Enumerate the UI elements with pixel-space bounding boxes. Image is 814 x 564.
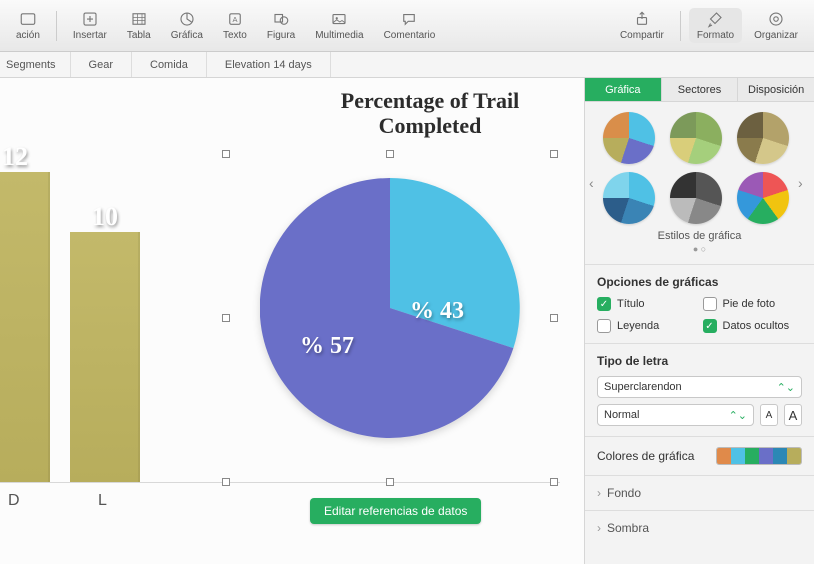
table-icon [129,10,149,28]
sheet-tab-segments[interactable]: Segments [0,52,71,77]
checkbox-leyenda[interactable]: Leyenda [597,319,697,333]
chart-colors-picker[interactable] [716,447,802,465]
font-family-select[interactable]: Superclarendon ⌃⌄ [597,376,802,398]
chart-style-5[interactable] [670,172,722,224]
resize-handle[interactable] [386,478,394,486]
arrange-button[interactable]: Organizar [746,8,806,43]
inspector-tab-disposicion[interactable]: Disposición [738,78,814,101]
toolbar: ación Insertar Tabla Gráfica A Texto Fig… [0,0,814,52]
check-icon: ✓ [703,319,717,333]
bar-label-l: L [98,492,107,510]
chevron-updown-icon: ⌃⌄ [777,381,795,394]
styles-next[interactable]: › [798,175,810,191]
separator [680,11,681,41]
shadow-disclosure[interactable]: Sombra [597,521,802,535]
share-icon [632,10,652,28]
chart-style-1[interactable] [603,112,655,164]
image-icon [329,10,349,28]
resize-handle[interactable] [386,150,394,158]
chart-styles: ‹ › Estilos de gráfica ● ○ [585,102,814,264]
pie-icon [177,10,197,28]
label: ación [16,30,40,41]
comment-icon [399,10,419,28]
arrange-icon [766,10,786,28]
checkbox-pie-de-foto[interactable]: Pie de foto [703,297,803,311]
inspector-tab-grafica[interactable]: Gráfica [585,78,662,101]
text-icon: A [225,10,245,28]
inspector-tab-sectores[interactable]: Sectores [662,78,739,101]
bar-l[interactable]: 10 [70,232,140,482]
bar-value: 10 [92,202,118,232]
font-title: Tipo de letra [597,354,802,368]
styles-caption: Estilos de gráfica [603,224,796,244]
bar-value: 12 [2,142,28,172]
resize-handle[interactable] [222,150,230,158]
bar-d[interactable]: 12 [0,172,50,482]
chart-options-title: Opciones de gráficas [597,275,802,289]
chart-colors-section: Colores de gráfica [585,436,814,475]
chart-colors-label: Colores de gráfica [597,449,694,463]
sheet-tab-elevation[interactable]: Elevation 14 days [207,52,331,77]
chart-style-6[interactable] [737,172,789,224]
bar-label-d: D [8,492,20,510]
shadow-section: Sombra [585,510,814,545]
chart-style-4[interactable] [603,172,655,224]
sheet-tab-gear[interactable]: Gear [71,52,132,77]
media-button[interactable]: Multimedia [307,8,371,43]
sheet-tabs: Segments Gear Comida Elevation 14 days [0,52,814,78]
check-icon: ✓ [597,297,611,311]
resize-handle[interactable] [550,478,558,486]
share-button[interactable]: Compartir [612,8,672,43]
resize-handle[interactable] [222,314,230,322]
chart-options-section: Opciones de gráficas ✓Título Pie de foto… [585,264,814,343]
plus-box-icon [80,10,100,28]
styles-prev[interactable]: ‹ [589,175,601,191]
checkbox-titulo[interactable]: ✓Título [597,297,697,311]
sheet-tab-comida[interactable]: Comida [132,52,207,77]
chart-style-2[interactable] [670,112,722,164]
insert-button[interactable]: Insertar [65,8,115,43]
format-button[interactable]: Formato [689,8,742,43]
resize-handle[interactable] [550,150,558,158]
text-button[interactable]: A Texto [215,8,255,43]
pie-svg [260,178,520,438]
view-icon [18,10,38,28]
pie-chart[interactable]: % 43 % 57 [260,178,520,438]
check-icon [703,297,717,311]
chart-button[interactable]: Gráfica [163,8,211,43]
shape-icon [271,10,291,28]
brush-icon [705,10,725,28]
chevron-updown-icon: ⌃⌄ [729,409,747,422]
font-style-select[interactable]: Normal ⌃⌄ [597,404,754,426]
pie-label-a: % 43 [410,298,464,325]
background-disclosure[interactable]: Fondo [597,486,802,500]
background-section: Fondo [585,475,814,510]
resize-handle[interactable] [222,478,230,486]
font-section: Tipo de letra Superclarendon ⌃⌄ Normal ⌃… [585,343,814,436]
edit-data-references-button[interactable]: Editar referencias de datos [310,498,481,524]
separator [56,11,57,41]
inspector: Gráfica Sectores Disposición ‹ › Estilos… [584,78,814,564]
svg-text:A: A [232,15,237,24]
pie-label-b: % 57 [300,333,354,360]
chart-style-3[interactable] [737,112,789,164]
styles-pager[interactable]: ● ○ [603,244,796,260]
bar-chart-fragment: 12 10 D L [0,98,160,518]
checkbox-datos-ocultos[interactable]: ✓Datos ocultos [703,319,803,333]
comment-button[interactable]: Comentario [376,8,444,43]
font-size-increase[interactable]: A [784,404,802,426]
inspector-tabs: Gráfica Sectores Disposición [585,78,814,102]
resize-handle[interactable] [550,314,558,322]
check-icon [597,319,611,333]
chart-title[interactable]: Percentage of Trail Completed [300,88,560,139]
table-button[interactable]: Tabla [119,8,159,43]
canvas[interactable]: 12 10 D L Percentage of Trail Completed [0,78,584,564]
shape-button[interactable]: Figura [259,8,303,43]
toolbar-acion-cut[interactable]: ación [8,8,48,43]
font-size-decrease[interactable]: A [760,404,778,426]
